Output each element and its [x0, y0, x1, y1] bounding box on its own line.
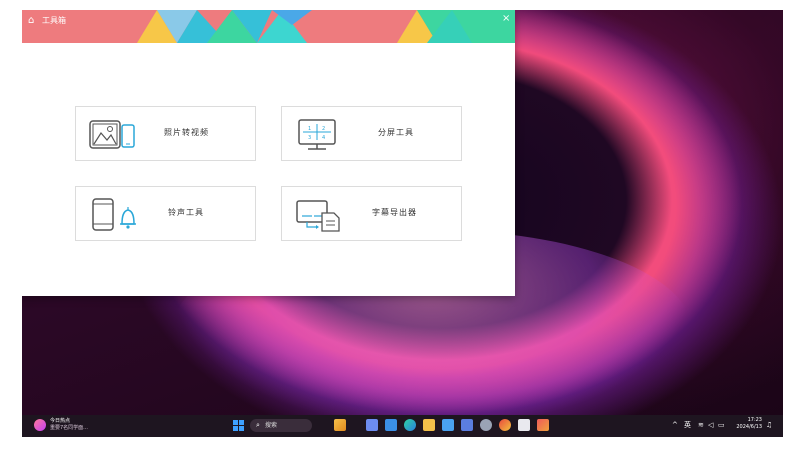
tool-card-ringtone[interactable]: 铃声工具	[75, 186, 256, 241]
tool-label: 铃声工具	[168, 208, 204, 217]
clock[interactable]: 17:23 2024/6/13	[730, 417, 762, 431]
title-bar[interactable]: ⌂ 工具箱 ×	[22, 10, 515, 43]
wifi-icon[interactable]: ≋	[698, 419, 704, 431]
news-icon	[34, 419, 46, 431]
news-subtitle: 重要7名同学面...	[50, 425, 88, 431]
folder-icon[interactable]	[423, 419, 435, 431]
title-banner	[22, 10, 515, 43]
file-explorer-icon[interactable]	[334, 419, 346, 431]
tool-label: 字幕导出器	[372, 208, 417, 217]
tool-label: 照片转视频	[164, 128, 209, 137]
windows-logo-icon	[239, 420, 244, 425]
toolbox-icon: ⌂	[28, 15, 35, 26]
taskbar: 今日热点 重要7名同学面... ⌕ 搜索 ^ 英 ≋ ◁ ▭ 17:23 202…	[22, 415, 783, 437]
search-box[interactable]: ⌕ 搜索	[250, 419, 312, 432]
settings-icon[interactable]	[480, 419, 492, 431]
search-icon: ⌕	[256, 421, 260, 429]
battery-icon[interactable]: ▭	[718, 419, 725, 431]
clock-time: 17:23	[747, 417, 762, 423]
app-icon[interactable]	[518, 419, 530, 431]
edge-icon[interactable]	[404, 419, 416, 431]
windows-logo-icon	[233, 426, 238, 431]
svg-text:2: 2	[322, 126, 325, 132]
news-widget[interactable]: 今日热点 重要7名同学面...	[34, 418, 94, 433]
split-screen-icon: 1 2 3 4	[298, 119, 336, 150]
mail-icon[interactable]	[461, 419, 473, 431]
windows-logo-icon	[233, 420, 238, 425]
svg-text:1: 1	[308, 126, 311, 132]
store-icon[interactable]	[442, 419, 454, 431]
chrome-icon[interactable]	[499, 419, 511, 431]
edge-browser-icon[interactable]	[385, 419, 397, 431]
close-button[interactable]: ×	[502, 13, 510, 25]
svg-text:3: 3	[308, 135, 311, 141]
ringtone-icon	[92, 198, 136, 231]
subtitle-export-icon	[296, 200, 340, 232]
start-button[interactable]	[233, 420, 245, 432]
search-placeholder: 搜索	[265, 422, 278, 429]
tray-caret-icon[interactable]: ^	[672, 419, 678, 431]
ime-indicator[interactable]: 英	[684, 419, 691, 431]
photo-to-video-icon	[89, 120, 135, 149]
svg-text:4: 4	[322, 135, 325, 141]
media-icon[interactable]	[537, 419, 549, 431]
windows-logo-icon	[239, 426, 244, 431]
news-title: 今日热点	[50, 418, 71, 424]
tool-card-split-screen[interactable]: 1 2 3 4 分屏工具	[281, 106, 462, 161]
tool-card-subtitle-export[interactable]: 字幕导出器	[281, 186, 462, 241]
clock-date: 2024/6/13	[736, 424, 762, 430]
tool-card-photo-to-video[interactable]: 照片转视频	[75, 106, 256, 161]
bell-icon[interactable]: ♫	[766, 419, 772, 431]
volume-icon[interactable]: ◁	[708, 419, 713, 431]
tool-label: 分屏工具	[378, 128, 414, 137]
desktop: ⌂ 工具箱 × 照片转视频 1 2 3 4 分屏工具 铃声工具 字幕导出器 今日…	[22, 10, 783, 437]
widgets-icon[interactable]	[366, 419, 378, 431]
window-title: 工具箱	[42, 16, 66, 25]
toolbox-window: ⌂ 工具箱 × 照片转视频 1 2 3 4 分屏工具 铃声工具 字幕导出器	[22, 10, 515, 296]
